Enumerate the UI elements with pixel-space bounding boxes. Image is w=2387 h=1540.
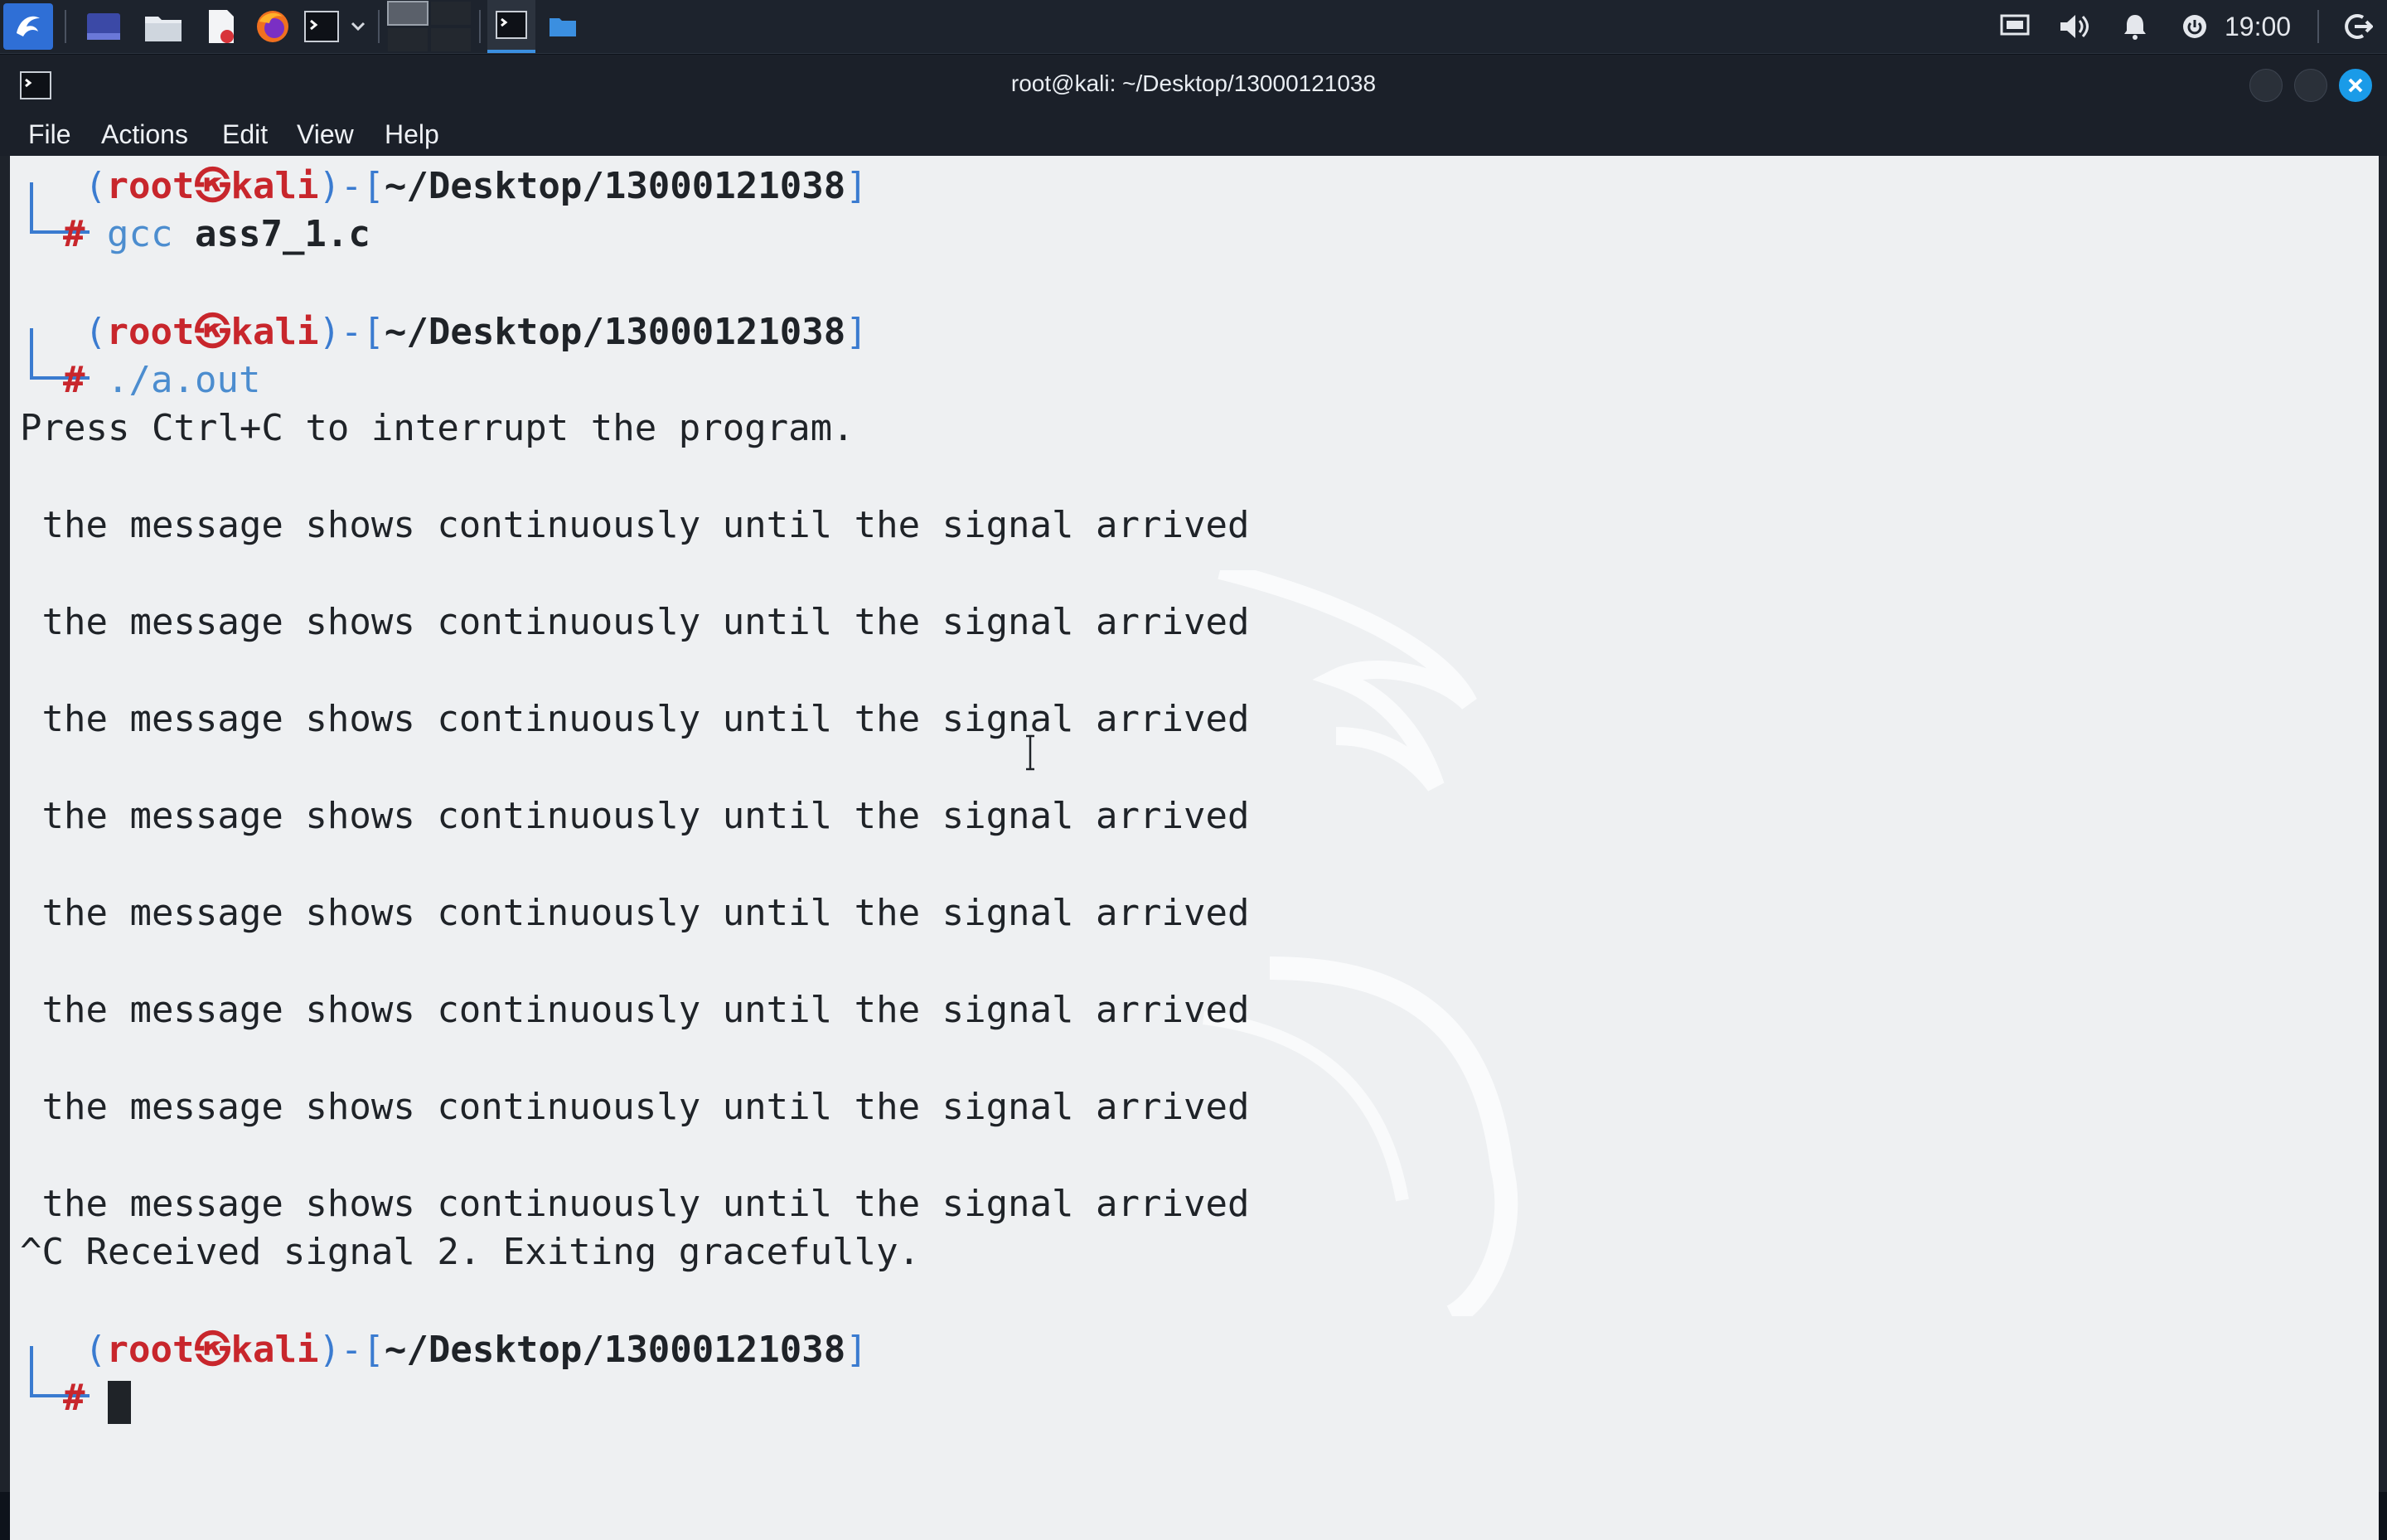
maximize-button[interactable] bbox=[2294, 69, 2327, 102]
output-line: the message shows continuously until the… bbox=[20, 504, 1250, 546]
output-line: the message shows continuously until the… bbox=[20, 1183, 1250, 1225]
volume-icon[interactable] bbox=[2055, 5, 2094, 48]
file-manager-icon[interactable] bbox=[141, 5, 186, 48]
prompt-hash: # bbox=[63, 359, 85, 401]
kali-dragon-watermark bbox=[1203, 570, 1518, 1316]
prompt-hash: # bbox=[63, 1377, 85, 1419]
taskbar: 19:00 bbox=[0, 0, 2387, 54]
prompt-bracket: ] bbox=[845, 1329, 868, 1371]
close-icon bbox=[2348, 78, 2363, 93]
prompt-at-symbol: ㉿ bbox=[194, 165, 231, 207]
prompt-line: (root㉿kali)-[~/Desktop/13000121038] bbox=[85, 308, 868, 356]
firefox-icon[interactable] bbox=[252, 5, 293, 48]
close-button[interactable] bbox=[2339, 69, 2372, 102]
output-line: the message shows continuously until the… bbox=[20, 601, 1250, 643]
command-line: # ./a.out bbox=[63, 356, 260, 404]
folder-window-icon[interactable] bbox=[542, 5, 583, 48]
prompt-bracket: ] bbox=[845, 311, 868, 353]
prompt-bracket: )-[ bbox=[318, 165, 385, 207]
prompt-at-symbol: ㉿ bbox=[194, 1329, 231, 1371]
prompt-bracket: ( bbox=[85, 1329, 107, 1371]
terminal-window: root@kali: ~/Desktop/13000121038 File Ac… bbox=[0, 55, 2387, 1540]
screen-icon[interactable] bbox=[1996, 5, 2034, 48]
taskbar-separator bbox=[65, 10, 66, 43]
menu-edit[interactable]: Edit bbox=[222, 113, 268, 156]
command-argument: ass7_1.c bbox=[194, 213, 370, 255]
terminal-output[interactable]: (root㉿kali)-[~/Desktop/13000121038] # gc… bbox=[10, 156, 2379, 1540]
prompt-path: ~/Desktop/13000121038 bbox=[384, 1329, 846, 1371]
taskbar-separator bbox=[2317, 10, 2319, 43]
menu-help[interactable]: Help bbox=[385, 113, 439, 156]
prompt-at-symbol: ㉿ bbox=[194, 311, 231, 353]
workspace-icon[interactable] bbox=[83, 5, 124, 48]
prompt-bracket: ] bbox=[845, 165, 868, 207]
menu-view[interactable]: View bbox=[297, 113, 354, 156]
clock[interactable]: 19:00 bbox=[2225, 0, 2291, 53]
prompt-bracket: )-[ bbox=[318, 311, 385, 353]
prompt-line: (root㉿kali)-[~/Desktop/13000121038] bbox=[85, 162, 868, 211]
terminal-icon[interactable] bbox=[302, 5, 341, 48]
text-editor-icon[interactable] bbox=[202, 5, 240, 48]
output-line: ^C Received signal 2. Exiting gracefully… bbox=[20, 1231, 921, 1273]
title-bar[interactable]: root@kali: ~/Desktop/13000121038 bbox=[0, 55, 2387, 113]
command: ./a.out bbox=[107, 359, 261, 401]
minimize-button[interactable] bbox=[2249, 69, 2283, 102]
window-title: root@kali: ~/Desktop/13000121038 bbox=[1010, 70, 1377, 96]
command: gcc bbox=[107, 213, 173, 255]
output-line: the message shows continuously until the… bbox=[20, 795, 1250, 837]
text-cursor bbox=[108, 1381, 131, 1424]
prompt-bracket: ( bbox=[85, 165, 107, 207]
menu-file[interactable]: File bbox=[28, 113, 71, 156]
power-icon[interactable] bbox=[2176, 5, 2213, 48]
workspace-pager-icon[interactable] bbox=[386, 0, 472, 53]
chevron-down-icon[interactable] bbox=[346, 5, 370, 48]
kali-menu-icon[interactable] bbox=[3, 3, 53, 50]
output-line: the message shows continuously until the… bbox=[20, 892, 1250, 934]
taskbar-separator bbox=[378, 10, 380, 43]
prompt-host: kali bbox=[230, 165, 319, 207]
command-line: # gcc ass7_1.c bbox=[63, 211, 370, 259]
menu-bar: File Actions Edit View Help bbox=[0, 113, 2387, 156]
command-line: # bbox=[63, 1374, 85, 1422]
terminal-window-icon[interactable] bbox=[487, 0, 535, 53]
prompt-host: kali bbox=[230, 311, 319, 353]
prompt-path: ~/Desktop/13000121038 bbox=[384, 311, 846, 353]
logout-icon[interactable] bbox=[2337, 5, 2379, 48]
output-line: the message shows continuously until the… bbox=[20, 1086, 1250, 1128]
prompt-bracket: )-[ bbox=[318, 1329, 385, 1371]
ibeam-cursor-icon bbox=[1026, 734, 1034, 771]
menu-actions[interactable]: Actions bbox=[101, 113, 188, 156]
prompt-user: root bbox=[106, 1329, 195, 1371]
prompt-hash: # bbox=[63, 213, 85, 255]
prompt-user: root bbox=[106, 165, 195, 207]
output-line: the message shows continuously until the… bbox=[20, 698, 1250, 740]
prompt-line: (root㉿kali)-[~/Desktop/13000121038] bbox=[85, 1326, 868, 1374]
prompt-bracket: ( bbox=[85, 311, 107, 353]
prompt-host: kali bbox=[230, 1329, 319, 1371]
taskbar-separator bbox=[479, 10, 481, 43]
prompt-user: root bbox=[106, 311, 195, 353]
output-line: the message shows continuously until the… bbox=[20, 989, 1250, 1031]
notification-bell-icon[interactable] bbox=[2117, 5, 2153, 48]
prompt-path: ~/Desktop/13000121038 bbox=[384, 165, 846, 207]
output-line: Press Ctrl+C to interrupt the program. bbox=[20, 407, 855, 449]
